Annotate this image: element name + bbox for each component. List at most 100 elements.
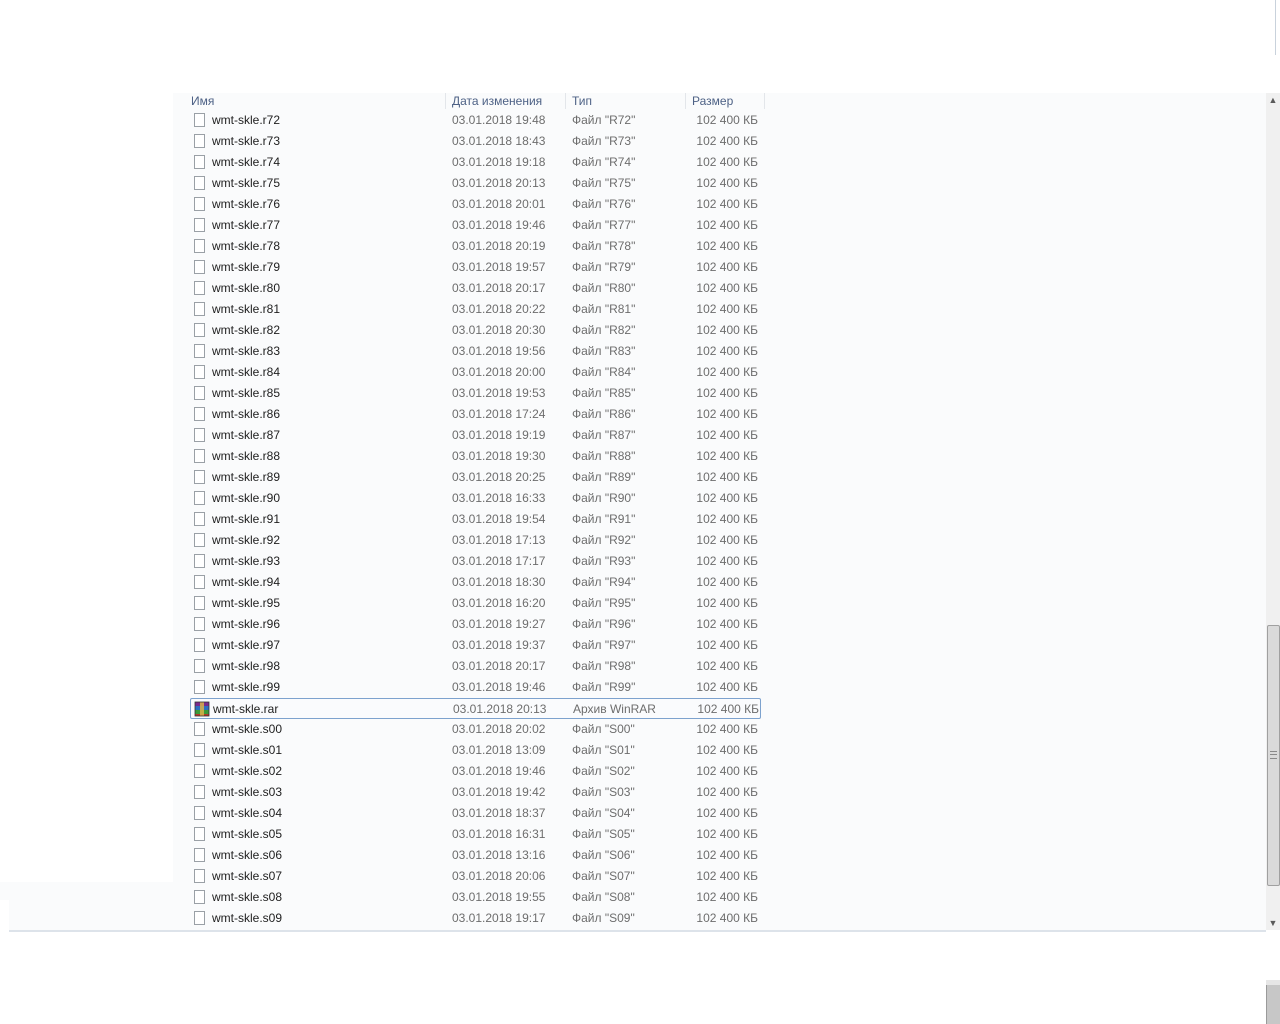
file-row[interactable]: wmt-skle.r85 03.01.2018 19:53 Файл "R85" 10… bbox=[190, 383, 761, 404]
file-name: wmt-skle.s03 bbox=[212, 785, 283, 799]
column-divider[interactable] bbox=[764, 93, 765, 109]
file-size: 102 400 КБ bbox=[696, 302, 758, 316]
file-row[interactable]: wmt-skle.r99 03.01.2018 19:46 Файл "R99" 10… bbox=[190, 677, 761, 698]
file-name: wmt-skle.r88 bbox=[212, 449, 281, 463]
file-row[interactable]: wmt-skle.r98 03.01.2018 20:17 Файл "R98" 10… bbox=[190, 656, 761, 677]
file-name: wmt-skle.r94 bbox=[212, 575, 281, 589]
file-date: 03.01.2018 20:19 bbox=[452, 239, 546, 253]
column-header-date[interactable]: Дата изменения bbox=[452, 93, 566, 110]
file-size: 102 400 КБ bbox=[696, 113, 758, 127]
file-date: 03.01.2018 17:24 bbox=[452, 407, 546, 421]
file-row[interactable]: wmt-skle.r82 03.01.2018 20:30 Файл "R82" 10… bbox=[190, 320, 761, 341]
column-header-type[interactable]: Тип bbox=[572, 93, 686, 110]
file-row[interactable]: wmt-skle.r74 03.01.2018 19:18 Файл "R74" 10… bbox=[190, 152, 761, 173]
file-name: wmt-skle.r90 bbox=[212, 491, 281, 505]
file-name: wmt-skle.r83 bbox=[212, 344, 281, 358]
scroll-up-arrow-icon[interactable]: ▲ bbox=[1266, 93, 1280, 107]
file-size: 102 400 КБ bbox=[696, 575, 758, 589]
file-date: 03.01.2018 19:30 bbox=[452, 449, 546, 463]
column-header-name[interactable]: Имя bbox=[191, 93, 445, 110]
file-row[interactable]: wmt-skle.s05 03.01.2018 16:31 Файл "S05" 10… bbox=[190, 824, 761, 845]
file-date: 03.01.2018 19:46 bbox=[452, 218, 546, 232]
file-size: 102 400 КБ bbox=[696, 785, 758, 799]
file-row[interactable]: wmt-skle.r84 03.01.2018 20:00 Файл "R84" 10… bbox=[190, 362, 761, 383]
file-row[interactable]: wmt-skle.r78 03.01.2018 20:19 Файл "R78" 10… bbox=[190, 236, 761, 257]
vertical-scrollbar[interactable]: ▲ ▼ bbox=[1266, 93, 1280, 930]
file-size: 102 400 КБ bbox=[696, 491, 758, 505]
file-size: 102 400 КБ bbox=[696, 911, 758, 925]
file-row[interactable]: wmt-skle.rar 03.01.2018 20:13 Архив WinRAR… bbox=[190, 698, 761, 719]
file-row[interactable]: wmt-skle.r91 03.01.2018 19:54 Файл "R91" 10… bbox=[190, 509, 761, 530]
file-name: wmt-skle.s09 bbox=[212, 911, 283, 925]
file-row[interactable]: wmt-skle.s08 03.01.2018 19:55 Файл "S08" 10… bbox=[190, 887, 761, 908]
file-date: 03.01.2018 18:30 bbox=[452, 575, 546, 589]
file-row[interactable]: wmt-skle.r81 03.01.2018 20:22 Файл "R81" 10… bbox=[190, 299, 761, 320]
file-row[interactable]: wmt-skle.r96 03.01.2018 19:27 Файл "R96" 10… bbox=[190, 614, 761, 635]
file-row[interactable]: wmt-skle.r88 03.01.2018 19:30 Файл "R88" 10… bbox=[190, 446, 761, 467]
file-row[interactable]: wmt-skle.s01 03.01.2018 13:09 Файл "S01" 10… bbox=[190, 740, 761, 761]
file-row[interactable]: wmt-skle.r90 03.01.2018 16:33 Файл "R90" 10… bbox=[190, 488, 761, 509]
file-row[interactable]: wmt-skle.r76 03.01.2018 20:01 Файл "R76" 10… bbox=[190, 194, 761, 215]
file-type: Файл "R97" bbox=[572, 638, 636, 652]
column-divider[interactable] bbox=[565, 93, 566, 109]
navigation-pane-strip bbox=[0, 900, 9, 930]
file-name: wmt-skle.r99 bbox=[212, 680, 281, 694]
file-date: 03.01.2018 20:13 bbox=[452, 176, 546, 190]
file-row[interactable]: wmt-skle.r93 03.01.2018 17:17 Файл "R93" 10… bbox=[190, 551, 761, 572]
file-row[interactable]: wmt-skle.s03 03.01.2018 19:42 Файл "S03" 10… bbox=[190, 782, 761, 803]
file-name: wmt-skle.s00 bbox=[212, 722, 283, 736]
file-type: Файл "R79" bbox=[572, 260, 636, 274]
file-size: 102 400 КБ bbox=[696, 638, 758, 652]
file-row[interactable]: wmt-skle.r86 03.01.2018 17:24 Файл "R86" 10… bbox=[190, 404, 761, 425]
file-size: 102 400 КБ bbox=[696, 134, 758, 148]
file-type: Файл "S07" bbox=[572, 869, 635, 883]
file-row[interactable]: wmt-skle.r92 03.01.2018 17:13 Файл "R92" 10… bbox=[190, 530, 761, 551]
file-type: Файл "S09" bbox=[572, 911, 635, 925]
file-row[interactable]: wmt-skle.r83 03.01.2018 19:56 Файл "R83" 10… bbox=[190, 341, 761, 362]
file-date: 03.01.2018 20:30 bbox=[452, 323, 546, 337]
file-row[interactable]: wmt-skle.r87 03.01.2018 19:19 Файл "R87" 10… bbox=[190, 425, 761, 446]
file-row[interactable]: wmt-skle.s09 03.01.2018 19:17 Файл "S09" 10… bbox=[190, 908, 761, 929]
file-row[interactable]: wmt-skle.r97 03.01.2018 19:37 Файл "R97" 10… bbox=[190, 635, 761, 656]
file-row[interactable]: wmt-skle.r89 03.01.2018 20:25 Файл "R89" 10… bbox=[190, 467, 761, 488]
file-type: Файл "R84" bbox=[572, 365, 636, 379]
blank-file-icon bbox=[194, 785, 205, 799]
blank-file-icon bbox=[194, 617, 205, 631]
file-size: 102 400 КБ bbox=[696, 806, 758, 820]
file-row[interactable]: wmt-skle.r77 03.01.2018 19:46 Файл "R77" 10… bbox=[190, 215, 761, 236]
file-row[interactable]: wmt-skle.r72 03.01.2018 19:48 Файл "R72" 10… bbox=[190, 110, 761, 131]
blank-file-icon bbox=[194, 407, 205, 421]
file-type: Файл "R80" bbox=[572, 281, 636, 295]
file-name: wmt-skle.r93 bbox=[212, 554, 281, 568]
file-row[interactable]: wmt-skle.r80 03.01.2018 20:17 Файл "R80" 10… bbox=[190, 278, 761, 299]
file-name: wmt-skle.r95 bbox=[212, 596, 281, 610]
file-size: 102 400 КБ bbox=[696, 533, 758, 547]
file-row[interactable]: wmt-skle.r95 03.01.2018 16:20 Файл "R95" 10… bbox=[190, 593, 761, 614]
blank-file-icon bbox=[194, 848, 205, 862]
blank-file-icon bbox=[194, 323, 205, 337]
file-row[interactable]: wmt-skle.r94 03.01.2018 18:30 Файл "R94" 10… bbox=[190, 572, 761, 593]
file-size: 102 400 КБ bbox=[696, 596, 758, 610]
file-type: Файл "S02" bbox=[572, 764, 635, 778]
file-row[interactable]: wmt-skle.s02 03.01.2018 19:46 Файл "S02" 10… bbox=[190, 761, 761, 782]
file-name: wmt-skle.r92 bbox=[212, 533, 281, 547]
column-header-size[interactable]: Размер bbox=[692, 93, 765, 110]
column-divider[interactable] bbox=[445, 93, 446, 109]
file-row[interactable]: wmt-skle.r79 03.01.2018 19:57 Файл "R79" 10… bbox=[190, 257, 761, 278]
file-row[interactable]: wmt-skle.r73 03.01.2018 18:43 Файл "R73" 10… bbox=[190, 131, 761, 152]
file-size: 102 400 КБ bbox=[696, 764, 758, 778]
file-row[interactable]: wmt-skle.s00 03.01.2018 20:02 Файл "S00" 10… bbox=[190, 719, 761, 740]
scroll-thumb[interactable] bbox=[1267, 625, 1280, 886]
file-name: wmt-skle.s02 bbox=[212, 764, 283, 778]
file-row[interactable]: wmt-skle.s04 03.01.2018 18:37 Файл "S04" 10… bbox=[190, 803, 761, 824]
scroll-down-arrow-icon[interactable]: ▼ bbox=[1266, 916, 1280, 930]
file-list-view[interactable]: Имя Дата изменения Тип Размер wmt-skle.r… bbox=[173, 93, 1266, 930]
file-date: 03.01.2018 19:57 bbox=[452, 260, 546, 274]
file-row[interactable]: wmt-skle.s06 03.01.2018 13:16 Файл "S06" 10… bbox=[190, 845, 761, 866]
file-type: Файл "S00" bbox=[572, 722, 635, 736]
blank-file-icon bbox=[194, 722, 205, 736]
file-row[interactable]: wmt-skle.s07 03.01.2018 20:06 Файл "S07" 10… bbox=[190, 866, 761, 887]
column-divider[interactable] bbox=[685, 93, 686, 109]
file-row[interactable]: wmt-skle.r75 03.01.2018 20:13 Файл "R75" 10… bbox=[190, 173, 761, 194]
file-size: 102 400 КБ bbox=[696, 722, 758, 736]
